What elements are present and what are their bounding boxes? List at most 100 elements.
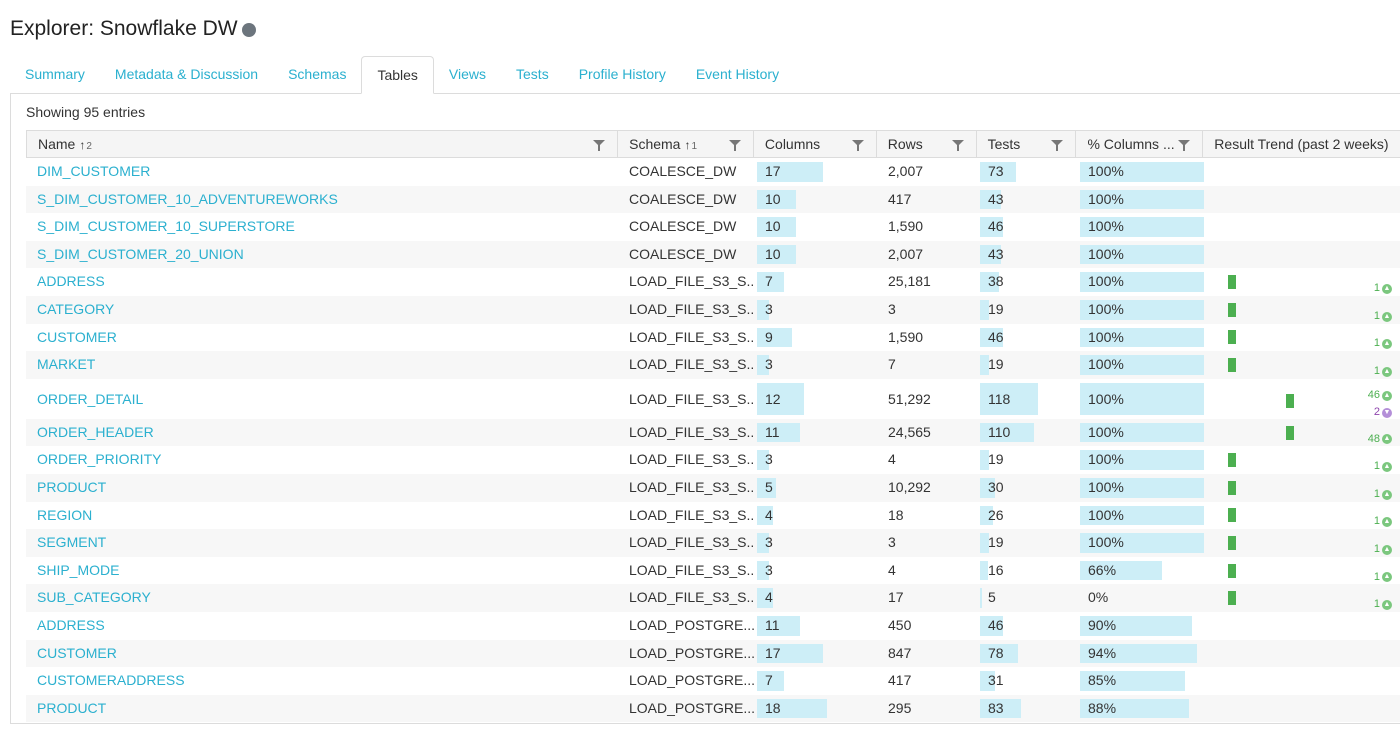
table-name-link[interactable]: REGION [26, 502, 618, 530]
pct-columns-cell: 100% [1077, 186, 1204, 214]
sort-order: 1 [691, 141, 698, 152]
table-name-link[interactable]: CUSTOMERADDRESS [26, 667, 618, 695]
rows-cell: 417 [888, 672, 912, 689]
column-header-name[interactable]: Name ↑2 [27, 131, 619, 157]
columns-value: 3 [765, 451, 773, 468]
filter-icon[interactable] [1051, 140, 1064, 151]
entries-count: Showing 95 entries [26, 104, 146, 120]
table-name-link[interactable]: SUB_CATEGORY [26, 584, 618, 612]
tab-views[interactable]: Views [434, 56, 501, 93]
schema-cell: LOAD_FILE_S3_S... [629, 300, 754, 317]
pct-columns-cell: 100% [1077, 446, 1204, 474]
rows-cell: 10,292 [888, 478, 931, 495]
schema-cell: LOAD_POSTGRE... [629, 616, 754, 633]
column-header-tests[interactable]: Tests [977, 131, 1077, 157]
table-name-link[interactable]: ADDRESS [26, 612, 618, 640]
table-name-link[interactable]: PRODUCT [26, 474, 618, 502]
table-name-link[interactable]: MARKET [26, 351, 618, 379]
table-name-link[interactable]: S_DIM_CUSTOMER_10_SUPERSTORE [26, 213, 618, 241]
pct-columns-value: 85% [1088, 672, 1117, 689]
tab-metadata-discussion[interactable]: Metadata & Discussion [100, 56, 273, 93]
trend-pass-count: 1 ▲ [1374, 275, 1392, 296]
table-row: CATEGORY LOAD_FILE_S3_S... 3 3 19 100% 1 ▲ [26, 295, 1400, 324]
table-body: DIM_CUSTOMER COALESCE_DW 17 2,007 73 100% S_DI… [26, 158, 1400, 723]
column-header-result-trend[interactable]: Result Trend (past 2 weeks) [1203, 131, 1400, 157]
result-trend-cell [1204, 213, 1400, 241]
table-name-link[interactable]: CUSTOMER [26, 640, 618, 668]
schema-cell: LOAD_FILE_S3_S... [629, 589, 754, 606]
result-trend-cell: 1 ▲ [1204, 351, 1400, 379]
table-name-link[interactable]: PRODUCT [26, 695, 618, 723]
table-name-link[interactable]: CUSTOMER [26, 324, 618, 352]
tests-cell: 30 [977, 474, 1077, 502]
filter-icon[interactable] [1178, 140, 1191, 151]
tests-bar [980, 560, 988, 581]
filter-icon[interactable] [851, 140, 864, 151]
table-name-link[interactable]: S_DIM_CUSTOMER_10_ADVENTUREWORKS [26, 186, 618, 214]
pct-columns-value: 90% [1088, 616, 1117, 633]
tests-value: 78 [988, 644, 1004, 661]
rows-cell: 25,181 [888, 273, 931, 290]
tab-summary[interactable]: Summary [10, 56, 100, 93]
filter-icon[interactable] [728, 140, 741, 151]
sort-asc-icon: ↑ [79, 138, 86, 152]
schema-cell: COALESCE_DW [629, 218, 737, 235]
tab-profile-history[interactable]: Profile History [564, 56, 681, 93]
tab-tests[interactable]: Tests [501, 56, 564, 93]
table-name-link[interactable]: DIM_CUSTOMER [26, 158, 618, 186]
result-trend-cell: 1 ▲ [1204, 584, 1400, 612]
table-row: CUSTOMER LOAD_POSTGRE... 17 847 78 94% [26, 639, 1400, 668]
pct-columns-cell: 100% [1077, 419, 1204, 447]
filter-icon[interactable] [593, 140, 606, 151]
columns-value: 3 [765, 534, 773, 551]
schema-cell: LOAD_FILE_S3_S... [629, 451, 754, 468]
table-name-link[interactable]: S_DIM_CUSTOMER_20_UNION [26, 241, 618, 269]
tests-value: 26 [988, 506, 1004, 523]
table-name-link[interactable]: ORDER_PRIORITY [26, 446, 618, 474]
schema-cell: LOAD_POSTGRE... [629, 672, 754, 689]
column-header-pct-columns[interactable]: % Columns ... [1076, 131, 1204, 157]
columns-value: 3 [765, 561, 773, 578]
table-name-link[interactable]: CATEGORY [26, 296, 618, 324]
pct-columns-cell: 100% [1077, 502, 1204, 530]
table-header: Name ↑2 Schema ↑1 Columns Rows Tests% Columns … [26, 130, 1400, 158]
columns-cell: 12 [754, 379, 877, 419]
trend-pass-value: 1 [1373, 282, 1380, 295]
rows-cell: 4 [888, 561, 896, 578]
table-name-link[interactable]: ORDER_DETAIL [26, 379, 618, 419]
column-header-rows[interactable]: Rows [877, 131, 977, 157]
trend-bar [1228, 275, 1236, 290]
table-name-link[interactable]: ORDER_HEADER [26, 419, 618, 447]
columns-value: 7 [765, 672, 773, 689]
columns-value: 10 [765, 190, 781, 207]
table-name-link[interactable]: ADDRESS [26, 268, 618, 296]
sort-order: 2 [86, 141, 92, 152]
tests-cell: 78 [977, 640, 1077, 668]
filter-icon[interactable] [951, 140, 964, 151]
table-name-link[interactable]: SEGMENT [26, 529, 618, 557]
rows-cell: 18 [888, 506, 904, 523]
pct-columns-cell: 100% [1077, 241, 1204, 269]
tab-schemas[interactable]: Schemas [273, 56, 361, 93]
pct-columns-value: 100% [1088, 534, 1124, 551]
trend-bar [1228, 330, 1236, 345]
tab-event-history[interactable]: Event History [681, 56, 794, 93]
trend-bar [1228, 591, 1236, 606]
table-name-link[interactable]: SHIP_MODE [26, 557, 618, 585]
rows-cell: 1,590 [888, 328, 924, 345]
trend-pass-count: 1 ▲ [1374, 330, 1392, 351]
pct-columns-cell: 66% [1077, 557, 1204, 585]
trend-pass-count: 48 ▲ [1368, 426, 1392, 447]
pct-columns-value: 100% [1088, 356, 1124, 373]
trend-bar [1228, 535, 1236, 550]
pct-columns-value: 100% [1088, 451, 1124, 468]
rows-cell: 51,292 [888, 390, 931, 407]
tests-value: 118 [988, 390, 1011, 407]
column-header-schema[interactable]: Schema ↑1 [618, 131, 754, 157]
tab-tables[interactable]: Tables [361, 56, 434, 94]
tests-cell: 19 [977, 296, 1077, 324]
arrow-up-circle-icon: ▲ [1382, 599, 1392, 610]
columns-value: 7 [765, 273, 773, 290]
arrow-up-circle-icon: ▲ [1382, 517, 1392, 528]
column-header-columns[interactable]: Columns [754, 131, 877, 157]
